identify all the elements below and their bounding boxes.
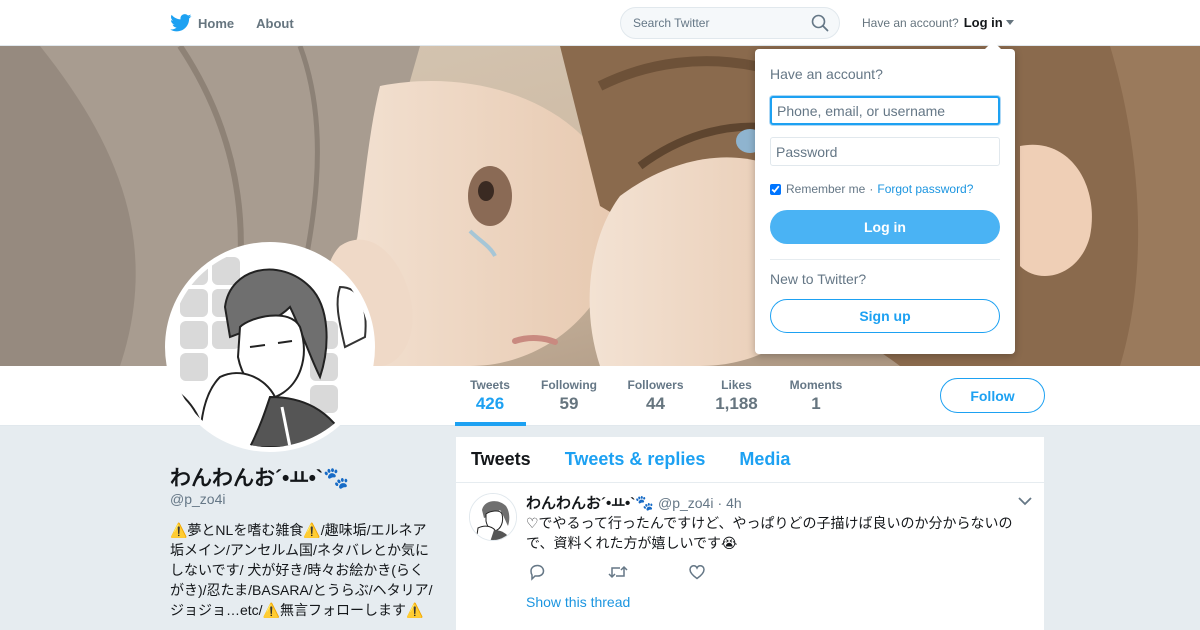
nav-about-link[interactable]: About xyxy=(256,16,294,31)
profile-name[interactable]: わんわんお´•ㅛ•`🐾 xyxy=(170,462,349,492)
tweet-avatar[interactable] xyxy=(469,493,517,541)
caret-down-icon[interactable] xyxy=(1005,20,1014,25)
timeline: Tweets Tweets & replies Media わんわんお´•ㅛ•`… xyxy=(456,437,1044,630)
stat-label: Following xyxy=(541,378,597,392)
stat-moments[interactable]: Moments 1 xyxy=(789,378,843,414)
remember-me-checkbox[interactable] xyxy=(770,183,781,195)
profile-handle[interactable]: @p_zo4i xyxy=(170,491,225,507)
stat-likes[interactable]: Likes 1,188 xyxy=(714,378,759,414)
tweet-item[interactable]: わんわんお´•ㅛ•`🐾 @p_zo4i · 4h ♡でやるって行ったんですけど、… xyxy=(456,483,1044,630)
stat-value: 1 xyxy=(811,394,821,413)
nav-left: Home About xyxy=(170,0,316,46)
stat-value: 426 xyxy=(475,394,505,413)
retweet-action[interactable] xyxy=(608,563,688,586)
account-menu: Have an account? Log in xyxy=(862,15,1014,30)
stat-value: 1,188 xyxy=(715,394,758,413)
search-box xyxy=(620,7,840,39)
login-dropdown: Have an account? Remember me · Forgot pa… xyxy=(755,41,1015,354)
stat-label: Likes xyxy=(721,378,752,392)
stat-value: 59 xyxy=(559,394,579,413)
active-stat-underline xyxy=(455,422,526,426)
tab-tweets[interactable]: Tweets xyxy=(471,449,531,470)
stat-label: Moments xyxy=(789,378,843,392)
remember-me-label[interactable]: Remember me xyxy=(786,182,865,196)
nav-about-label: About xyxy=(256,15,294,31)
top-navigation: Home About Have an account? Log in xyxy=(0,0,1200,46)
new-to-twitter-text: New to Twitter? xyxy=(770,271,867,287)
login-dropdown-title: Have an account? xyxy=(770,66,883,82)
stat-followers[interactable]: Followers 44 xyxy=(627,378,684,414)
chevron-down-icon[interactable] xyxy=(1018,496,1032,506)
search-input[interactable] xyxy=(621,8,801,38)
forgot-password-link[interactable]: Forgot password? xyxy=(877,182,973,196)
tweet-timestamp[interactable]: 4h xyxy=(726,495,742,511)
tweet-actions xyxy=(528,563,768,586)
login-button[interactable]: Log in xyxy=(770,210,1000,244)
search-icon[interactable] xyxy=(811,14,829,32)
signup-button[interactable]: Sign up xyxy=(770,299,1000,333)
tab-tweets-and-replies[interactable]: Tweets & replies xyxy=(565,449,706,470)
stat-value: 44 xyxy=(646,394,665,413)
profile-bio: ⚠️夢とNLを嗜む雑食⚠️/趣味垢/エルネア垢メイン/アンセルム国/ネタバレとか… xyxy=(170,522,433,618)
reply-action[interactable] xyxy=(528,563,608,586)
login-dropdown-toggle[interactable]: Log in xyxy=(964,15,1003,30)
nav-home-link[interactable]: Home xyxy=(170,14,234,32)
tweet-text: ♡でやるって行ったんですけど、やっぱりどの子描けば良いのか分からないので、資料く… xyxy=(526,515,1013,551)
tab-media[interactable]: Media xyxy=(739,449,790,470)
tweet-header: わんわんお´•ㅛ•`🐾 @p_zo4i · 4h xyxy=(526,492,742,513)
stat-label: Followers xyxy=(627,378,684,392)
dropdown-divider xyxy=(770,259,1000,260)
remember-row: Remember me · Forgot password? xyxy=(770,182,1000,196)
stat-label: Tweets xyxy=(470,378,510,392)
like-icon xyxy=(689,565,705,580)
like-action[interactable] xyxy=(688,563,768,586)
nav-home-label: Home xyxy=(198,15,235,31)
stat-following[interactable]: Following 59 xyxy=(541,378,597,414)
password-input[interactable] xyxy=(770,137,1000,166)
twitter-bird-icon xyxy=(170,14,192,32)
follow-button[interactable]: Follow xyxy=(940,378,1045,413)
timeline-tabs: Tweets Tweets & replies Media xyxy=(456,437,1044,483)
tweet-separator: · xyxy=(717,494,723,511)
separator-dot: · xyxy=(869,182,874,196)
tweet-author-name[interactable]: わんわんお´•ㅛ•`🐾 xyxy=(526,492,654,513)
have-account-text: Have an account? xyxy=(862,15,959,30)
stat-tweets[interactable]: Tweets 426 xyxy=(470,378,510,414)
tweet-author-handle[interactable]: @p_zo4i xyxy=(658,495,713,511)
reply-icon xyxy=(530,564,545,581)
profile-avatar[interactable] xyxy=(165,242,375,452)
username-input[interactable] xyxy=(770,96,1000,125)
show-thread-link[interactable]: Show this thread xyxy=(526,594,630,610)
retweet-icon xyxy=(608,565,628,579)
